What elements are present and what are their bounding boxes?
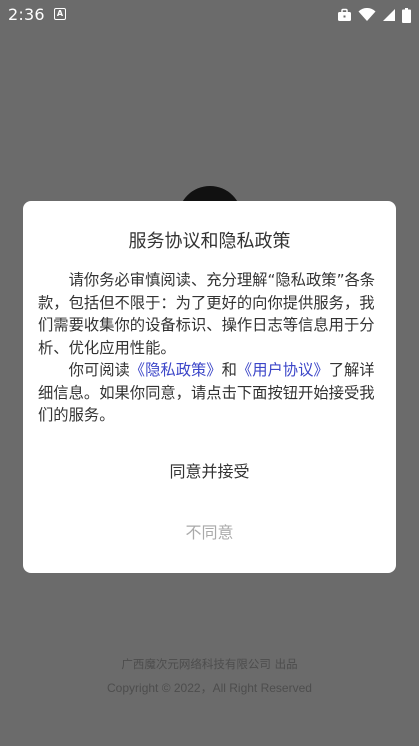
footer-company: 广西魔次元网络科技有限公司 出品 (121, 657, 298, 671)
briefcase-icon (337, 8, 352, 22)
status-icons (337, 6, 411, 24)
dialog-body: 请你务必审慎阅读、充分理解“隐私政策”各条款，包括但不限于：为了更好的向你提供服… (38, 269, 382, 427)
user-agreement-link[interactable]: 《用户协议》 (237, 361, 329, 379)
dialog-title: 服务协议和隐私政策 (128, 231, 291, 252)
a-notification-icon: A (54, 8, 66, 20)
dialog-paragraph-1: 请你务必审慎阅读、充分理解“隐私政策”各条款，包括但不限于：为了更好的向你提供服… (38, 271, 376, 357)
dialog-paragraph-2: 你可阅读《隐私政策》和《用户协议》了解详细信息。如果你同意，请点击下面按钮开始接… (38, 359, 382, 427)
status-time: 2:36 (8, 5, 45, 24)
para2-and: 和 (221, 361, 237, 379)
agree-button[interactable]: 同意并接受 (23, 457, 396, 487)
privacy-dialog: 服务协议和隐私政策 请你务必审慎阅读、充分理解“隐私政策”各条款，包括但不限于：… (23, 201, 396, 573)
disagree-button[interactable]: 不同意 (23, 518, 396, 548)
wifi-icon (358, 8, 376, 22)
battery-icon (402, 7, 411, 23)
para2-prefix: 你可阅读 (68, 361, 130, 379)
privacy-policy-link[interactable]: 《隐私政策》 (130, 361, 222, 379)
footer-copyright: Copyright © 2022，All Right Reserved (107, 681, 312, 695)
signal-icon (382, 8, 396, 22)
status-bar: 2:36 A (0, 0, 419, 30)
